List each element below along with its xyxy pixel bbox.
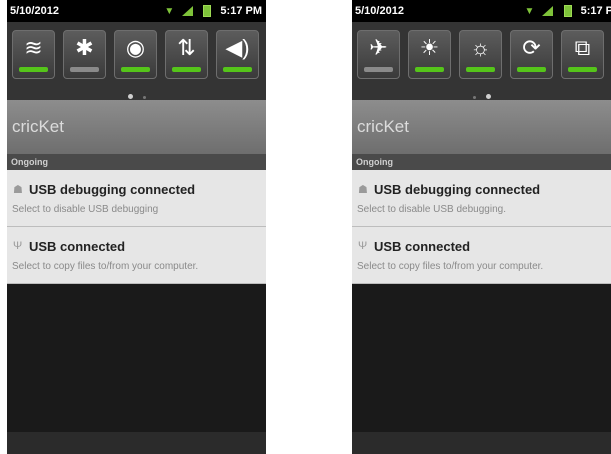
toggle-indicator	[70, 67, 99, 72]
notification-usb-debugging[interactable]: ☗ USB debugging connected Select to disa…	[7, 170, 266, 227]
toggle-indicator	[466, 67, 495, 72]
bluetooth-icon: ✱	[75, 35, 94, 60]
phone-screen-right: 5/10/2012 ▼ 5:17 P ✈ ☀ ☼ ⟳ ⧉ cricKet Ong…	[352, 0, 611, 454]
notification-subtitle: Select to disable USB debugging	[12, 204, 159, 215]
status-icons: ▼ 5:17 P	[524, 5, 611, 18]
toggle-indicator	[121, 67, 150, 72]
android-debug-icon: ☗	[13, 184, 23, 196]
toggle-indicator	[415, 67, 444, 72]
notification-title: USB debugging connected	[29, 182, 196, 197]
notification-subtitle: Select to copy files to/from your comput…	[357, 261, 544, 272]
carrier-label: cricKet	[12, 117, 64, 136]
sound-toggle[interactable]: ◀)	[216, 30, 259, 79]
auto-sync-icon: ⟳	[522, 35, 541, 60]
status-bar: 5/10/2012 ▼ 5:17 P	[352, 0, 611, 22]
quick-settings-panel: ✈ ☀ ☼ ⟳ ⧉	[352, 22, 611, 101]
notification-usb-connected[interactable]: Ψ USB connected Select to copy files to/…	[352, 227, 611, 284]
wifi-icon: ≋	[24, 35, 43, 60]
notification-title: USB connected	[29, 239, 126, 254]
status-time: 5:17 P	[580, 5, 611, 18]
status-date: 5/10/2012	[355, 5, 404, 17]
wifi-status-icon: ▼	[524, 5, 535, 17]
quick-settings-panel: ≋ ✱ ◉ ⇅ ◀)	[7, 22, 266, 101]
wifi-toggle[interactable]: ≋	[12, 30, 55, 79]
status-icons: ▼ 5:17 PM	[164, 5, 262, 18]
signal-icon	[182, 6, 194, 17]
panel-drag-handle[interactable]	[7, 432, 266, 454]
battery-icon	[563, 5, 572, 18]
page-dot-active	[485, 94, 491, 99]
ongoing-header: Ongoing	[352, 154, 611, 170]
carrier-label: cricKet	[357, 117, 409, 136]
notification-subtitle: Select to disable USB debugging.	[357, 204, 506, 215]
data-toggle[interactable]: ⇅	[165, 30, 208, 79]
page-dot-active	[127, 94, 133, 99]
toggle-indicator	[223, 67, 252, 72]
signal-icon	[542, 6, 554, 17]
toggle-indicator	[568, 67, 597, 72]
notification-subtitle: Select to copy files to/from your comput…	[12, 261, 199, 272]
usb-icon: Ψ	[358, 240, 368, 252]
gps-icon: ◉	[125, 35, 146, 60]
toggle-indicator	[364, 67, 393, 72]
sound-icon: ◀)	[225, 35, 250, 60]
auto-rotate-toggle[interactable]: ⧉	[561, 30, 604, 79]
brightness-toggle[interactable]: ☀	[408, 30, 451, 79]
wifi-status-icon: ▼	[164, 5, 175, 17]
notification-title: USB connected	[374, 239, 471, 254]
page-dot	[142, 96, 146, 99]
section-label: Ongoing	[11, 157, 48, 167]
battery-icon	[203, 5, 212, 18]
airplane-icon: ✈	[369, 35, 388, 60]
section-label: Ongoing	[356, 157, 393, 167]
phone-screen-left: 5/10/2012 ▼ 5:17 PM ≋ ✱ ◉ ⇅ ◀) cricKet O…	[7, 0, 266, 454]
carrier-banner: cricKet	[352, 100, 611, 154]
toggle-indicator	[19, 67, 48, 72]
notification-usb-connected[interactable]: Ψ USB connected Select to copy files to/…	[7, 227, 266, 284]
brightness-auto-icon: ☼	[470, 35, 491, 60]
auto-rotate-icon: ⧉	[574, 35, 591, 60]
status-bar: 5/10/2012 ▼ 5:17 PM	[7, 0, 266, 22]
status-time: 5:17 PM	[220, 5, 262, 18]
notification-title: USB debugging connected	[374, 182, 541, 197]
usb-icon: Ψ	[13, 240, 23, 252]
carrier-banner: cricKet	[7, 100, 266, 154]
bluetooth-toggle[interactable]: ✱	[63, 30, 106, 79]
gps-toggle[interactable]: ◉	[114, 30, 157, 79]
airplane-toggle[interactable]: ✈	[357, 30, 400, 79]
page-dot	[472, 96, 476, 99]
android-debug-icon: ☗	[358, 184, 368, 196]
toggle-indicator	[517, 67, 546, 72]
brightness-icon: ☀	[419, 35, 440, 60]
auto-sync-toggle[interactable]: ⟳	[510, 30, 553, 79]
panel-drag-handle[interactable]	[352, 432, 611, 454]
brightness-auto-toggle[interactable]: ☼	[459, 30, 502, 79]
notification-usb-debugging[interactable]: ☗ USB debugging connected Select to disa…	[352, 170, 611, 227]
status-date: 5/10/2012	[10, 5, 59, 17]
toggle-indicator	[172, 67, 201, 72]
data-sync-icon: ⇅	[177, 35, 196, 60]
ongoing-header: Ongoing	[7, 154, 266, 170]
